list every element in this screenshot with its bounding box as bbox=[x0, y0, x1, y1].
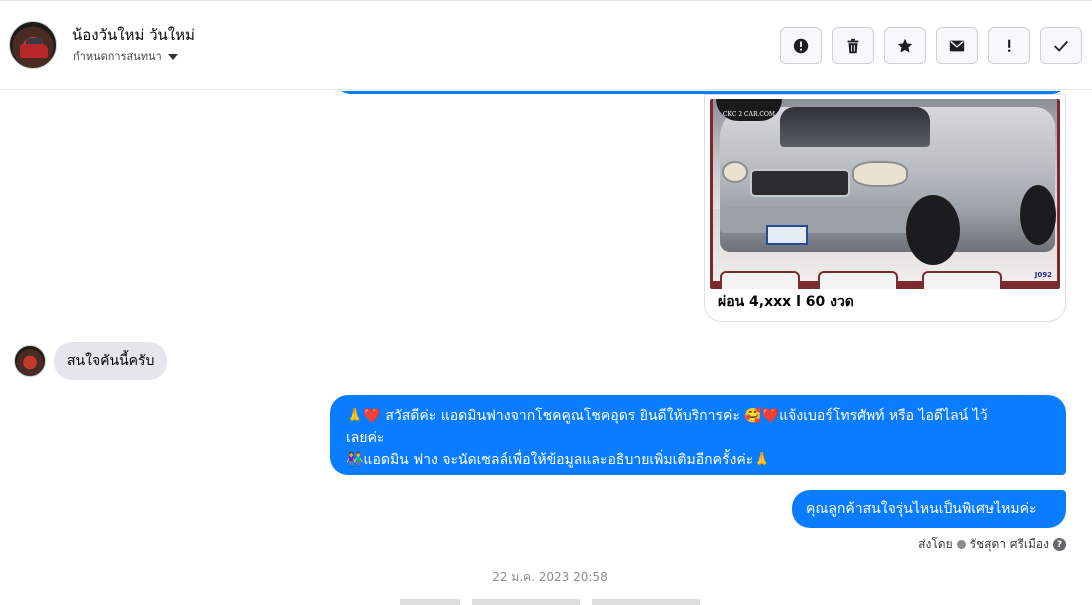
help-icon[interactable]: ? bbox=[1053, 538, 1066, 551]
outgoing-message-bubble[interactable]: 🙏❤️ สวัสดีค่ะ แอดมินฟางจากโชคคูณโชคอุดร … bbox=[330, 395, 1066, 475]
sent-by-label: ส่งโดย bbox=[918, 537, 953, 551]
trash-icon bbox=[847, 38, 859, 53]
incoming-message-bubble[interactable]: สนใจคันนี้ครับ bbox=[54, 342, 168, 380]
dealer-logo: CKC 2 CAR.COM bbox=[716, 99, 782, 121]
exclamation-icon bbox=[1008, 39, 1011, 52]
mark-unread-button[interactable] bbox=[936, 27, 978, 64]
message-line: 👫แอดมิน ฟาง จะนัดเซลล์เพื่อให้ข้อมูลและอ… bbox=[346, 452, 771, 468]
conversation-header: น้องวันใหม่ วันใหม่ กำหนดการสนทนา bbox=[0, 0, 1092, 90]
card-caption: ผ่อน 4,xxx l 60 งวด bbox=[718, 294, 854, 310]
conversation-settings-label: กำหนดการสนทนา bbox=[73, 50, 162, 63]
message-timestamp: 22 ม.ค. 2023 20:58 bbox=[492, 570, 608, 584]
contact-avatar[interactable] bbox=[9, 21, 57, 69]
message-thread[interactable]: CKC 2 CAR.COM J092 ผ่อน 4,xxx l 60 งวด ส… bbox=[0, 91, 1092, 605]
sent-by-info: ส่งโดย รัชสุดา ศรีเมือง ? bbox=[918, 535, 1066, 554]
verified-icon bbox=[956, 540, 966, 549]
star-button[interactable] bbox=[884, 27, 926, 64]
caret-down-icon bbox=[167, 53, 178, 60]
mark-done-button[interactable] bbox=[1040, 27, 1082, 64]
check-icon bbox=[1054, 40, 1068, 52]
contact-name[interactable]: น้องวันใหม่ วันใหม่ bbox=[72, 23, 195, 47]
sender-avatar[interactable] bbox=[14, 345, 46, 377]
header-toolbar bbox=[780, 27, 1082, 64]
message-line: เลยค่ะ bbox=[346, 430, 385, 446]
truncated-system-message bbox=[400, 599, 700, 605]
product-card[interactable]: CKC 2 CAR.COM J092 ผ่อน 4,xxx l 60 งวด bbox=[704, 94, 1066, 322]
photo-code: J092 bbox=[1034, 271, 1052, 279]
conversation-settings-dropdown[interactable]: กำหนดการสนทนา bbox=[73, 47, 178, 65]
delete-button[interactable] bbox=[832, 27, 874, 64]
alert-circle-icon bbox=[793, 38, 809, 53]
photo-thumbnail bbox=[720, 271, 800, 289]
sent-by-name: รัชสุดา ศรีเมือง bbox=[969, 537, 1049, 551]
mark-spam-button[interactable] bbox=[780, 27, 822, 64]
mail-icon bbox=[949, 40, 965, 51]
photo-thumbnail bbox=[818, 271, 898, 289]
star-icon bbox=[897, 38, 913, 52]
photo-thumbnail bbox=[922, 271, 1002, 289]
outgoing-message-bubble[interactable]: คุณลูกค้าสนใจรุ่นไหนเป็นพิเศษไหมค่ะ bbox=[792, 490, 1066, 528]
follow-up-button[interactable] bbox=[988, 27, 1030, 64]
message-line: 🙏❤️ สวัสดีค่ะ แอดมินฟางจากโชคคูณโชคอุดร … bbox=[346, 408, 988, 424]
incoming-message-row: สนใจคันนี้ครับ bbox=[14, 342, 168, 380]
car-photo[interactable]: CKC 2 CAR.COM J092 bbox=[710, 99, 1060, 289]
